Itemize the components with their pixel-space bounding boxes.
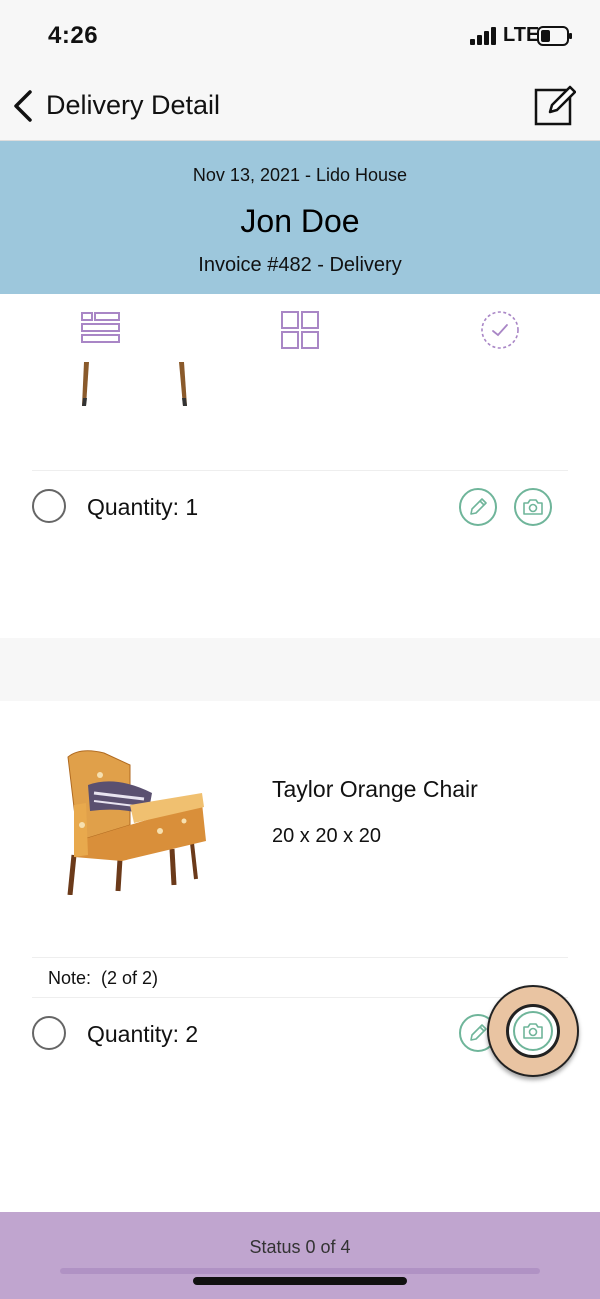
- section-separator: [0, 638, 600, 701]
- divider: [32, 997, 568, 998]
- item-2-dimensions: 20 x 20 x 20: [272, 825, 381, 847]
- battery-icon: [537, 26, 572, 46]
- customer-name: Jon Doe: [240, 203, 360, 239]
- item-1-checkbox[interactable]: [32, 489, 66, 523]
- cellular-signal-icon: [470, 27, 496, 45]
- delivery-status: Status 0 of 4: [249, 1237, 351, 1257]
- back-button[interactable]: [10, 86, 40, 126]
- tab-list-view[interactable]: [70, 304, 130, 356]
- divider: [32, 957, 568, 958]
- status-progress-track: [60, 1268, 540, 1274]
- item-image-partial: [82, 362, 187, 406]
- page-title: Delivery Detail: [46, 90, 221, 120]
- item-2-name: Taylor Orange Chair: [272, 776, 478, 802]
- camera-button-ring: [513, 1011, 553, 1051]
- edit-icon[interactable]: [532, 84, 576, 128]
- grid-icon: [281, 311, 319, 349]
- item-2-checkbox[interactable]: [32, 1016, 66, 1050]
- tab-grid-view[interactable]: [270, 304, 330, 356]
- tab-completed-view[interactable]: [470, 304, 530, 356]
- invoice-label: Invoice #482 - Delivery: [198, 254, 402, 276]
- network-type: LTE: [503, 24, 540, 46]
- item-2-note: Note: (2 of 2): [48, 968, 159, 988]
- item-1-quantity: Quantity: 1: [87, 494, 199, 520]
- divider: [32, 470, 568, 471]
- item-1-camera-button[interactable]: [514, 488, 552, 526]
- camera-icon: [523, 499, 543, 515]
- item-2-quantity: Quantity: 2: [87, 1021, 199, 1047]
- delivery-date-location: Nov 13, 2021 - Lido House: [192, 165, 408, 185]
- list-icon: [81, 312, 120, 343]
- check-circle-icon: [481, 311, 519, 349]
- home-indicator[interactable]: [193, 1277, 407, 1285]
- chair-image: [67, 750, 206, 895]
- status-time: 4:26: [48, 22, 99, 49]
- camera-button-face[interactable]: [506, 1004, 560, 1058]
- item-1-edit-note-button[interactable]: [459, 488, 497, 526]
- pencil-icon: [470, 498, 487, 515]
